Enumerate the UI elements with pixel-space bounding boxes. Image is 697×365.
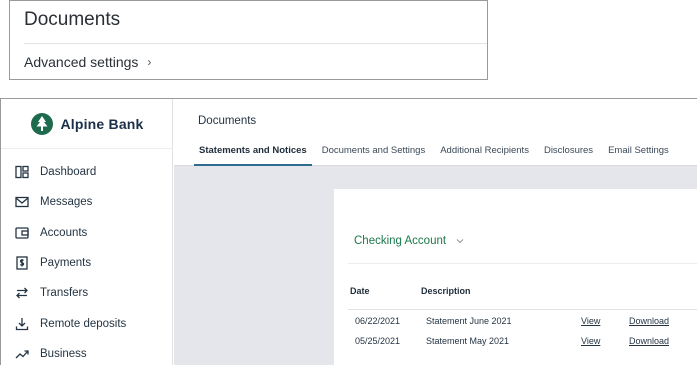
tab-documents-and-settings[interactable]: Documents and Settings (317, 145, 431, 166)
sidebar-item-payments[interactable]: Payments (1, 248, 173, 278)
sidebar-item-label: Remote deposits (40, 317, 127, 330)
documents-settings-card: Documents Advanced settings › (9, 0, 488, 80)
sidebar-item-label: Transfers (40, 287, 89, 300)
statement-date: 06/22/2021 (355, 316, 401, 326)
sidebar-item-accounts[interactable]: Accounts (1, 218, 173, 248)
advanced-settings-link[interactable]: Advanced settings › (24, 54, 151, 70)
table-row: 05/25/2021 Statement May 2021 View Downl… (334, 336, 697, 356)
sidebar-nav: Dashboard Messages Accounts Payments Tra… (1, 157, 173, 365)
sidebar-item-messages[interactable]: Messages (1, 187, 173, 217)
sidebar-item-label: Payments (40, 257, 92, 270)
column-header-description: Description (421, 286, 471, 296)
main-content: Documents Statements and Notices Documen… (174, 99, 697, 365)
sidebar-item-transfers[interactable]: Transfers (1, 278, 173, 308)
dollar-doc-icon (15, 256, 29, 270)
sidebar-item-label: Business (40, 347, 87, 360)
envelope-icon (15, 195, 29, 209)
view-link[interactable]: View (581, 336, 600, 346)
app-window: Alpine Bank Dashboard Messages Accounts (0, 98, 697, 365)
divider (348, 263, 697, 264)
sidebar-item-label: Messages (40, 196, 93, 209)
page-title: Documents (198, 115, 257, 127)
sidebar-item-label: Dashboard (40, 166, 97, 179)
chevron-right-icon: › (147, 55, 152, 69)
tab-email-settings[interactable]: Email Settings (603, 145, 674, 166)
tab-bar: Statements and Notices Documents and Set… (194, 145, 679, 166)
inset-title: Documents (24, 9, 121, 30)
tab-additional-recipients[interactable]: Additional Recipients (435, 145, 534, 166)
divider (24, 43, 487, 44)
account-selector-label: Checking Account (354, 235, 447, 247)
download-link[interactable]: Download (629, 336, 669, 346)
dashboard-icon (15, 165, 29, 179)
wallet-icon (15, 226, 29, 240)
sidebar-item-business[interactable]: Business (1, 339, 173, 365)
download-link[interactable]: Download (629, 316, 669, 326)
sidebar: Alpine Bank Dashboard Messages Accounts (1, 99, 173, 365)
page-header: Documents Statements and Notices Documen… (174, 99, 697, 166)
statements-panel: Checking Account Date Description 06/22/… (334, 189, 697, 365)
chevron-down-icon (456, 239, 464, 244)
sidebar-item-dashboard[interactable]: Dashboard (1, 157, 173, 187)
pine-tree-icon (31, 112, 54, 135)
download-icon (15, 317, 29, 331)
column-header-date: Date (350, 286, 370, 296)
statement-date: 05/25/2021 (355, 336, 401, 346)
brand-logo-link[interactable]: Alpine Bank (1, 99, 173, 149)
account-selector[interactable]: Checking Account (354, 235, 464, 247)
table-row: 06/22/2021 Statement June 2021 View Down… (334, 316, 697, 336)
statement-description: Statement June 2021 (426, 316, 512, 326)
divider (348, 309, 697, 310)
tab-statements-and-notices[interactable]: Statements and Notices (194, 145, 312, 166)
statement-description: Statement May 2021 (426, 336, 510, 346)
sidebar-item-label: Accounts (40, 226, 88, 239)
advanced-settings-label: Advanced settings (24, 54, 139, 70)
brand-name: Alpine Bank (60, 115, 144, 132)
tab-disclosures[interactable]: Disclosures (539, 145, 598, 166)
trend-up-icon (15, 347, 29, 361)
sidebar-item-remote-deposits[interactable]: Remote deposits (1, 308, 173, 338)
transfer-arrows-icon (15, 286, 29, 300)
view-link[interactable]: View (581, 316, 600, 326)
